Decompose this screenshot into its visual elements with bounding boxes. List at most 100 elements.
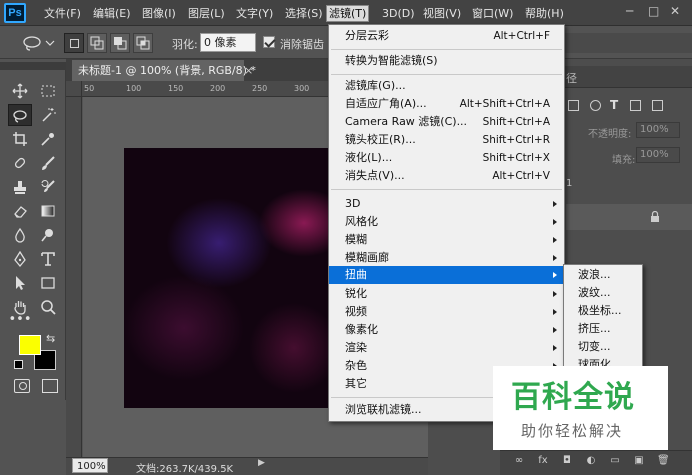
filter-type-icon[interactable]: T — [610, 99, 621, 111]
menu-item-blur-gallery[interactable]: 模糊画廊 — [329, 249, 564, 267]
fx-icon[interactable]: fx — [537, 455, 549, 467]
menu-bar: Ps 文件(F) 编辑(E) 图像(I) 图层(L) 文字(Y) 选择(S) 滤… — [0, 0, 692, 26]
menu-image[interactable]: 图像(I) — [140, 5, 178, 22]
magic-wand-tool[interactable] — [36, 104, 60, 126]
menu-item-video[interactable]: 视频 — [329, 303, 564, 321]
link-layers-icon[interactable]: ∞ — [513, 455, 525, 467]
submenu-arrow-icon — [553, 237, 557, 243]
menu-type[interactable]: 文字(Y) — [234, 5, 275, 22]
toolbox-header[interactable] — [0, 62, 66, 70]
brush-tool[interactable] — [36, 152, 60, 174]
tab-paths[interactable]: 径 — [566, 70, 577, 86]
adjustment-layer-icon[interactable]: ◐ — [585, 455, 597, 467]
submenu-item-shear[interactable]: 切变... — [578, 338, 611, 356]
document-tab[interactable]: 未标题-1 @ 100% (背景, RGB/8) * — [72, 60, 256, 81]
menu-item-adaptive-wide-angle[interactable]: 自适应广角(A)... Alt+Shift+Ctrl+A — [329, 95, 564, 113]
eyedropper-tool[interactable] — [36, 128, 60, 150]
close-window-icon[interactable]: ✕ — [670, 4, 680, 18]
menu-item-render[interactable]: 渲染 — [329, 339, 564, 357]
filter-adjustment-icon[interactable] — [590, 100, 601, 111]
menu-item-3d[interactable]: 3D — [329, 195, 564, 213]
marquee-tool[interactable] — [36, 80, 60, 102]
menu-filter[interactable]: 滤镜(T) — [326, 5, 370, 22]
blur-tool[interactable] — [8, 224, 32, 246]
type-tool[interactable] — [36, 248, 60, 270]
menu-file[interactable]: 文件(F) — [42, 5, 83, 22]
intersect-selection-button[interactable] — [133, 33, 153, 53]
eyedropper-icon — [41, 133, 54, 146]
document-size-info[interactable]: 文档:263.7K/439.5K — [136, 460, 233, 475]
status-menu-arrow-icon[interactable]: ▶ — [258, 458, 265, 468]
layer-mask-icon[interactable]: ◘ — [561, 455, 573, 467]
menu-item-liquify[interactable]: 液化(L)... Shift+Ctrl+X — [329, 149, 564, 167]
lasso-tool[interactable] — [8, 104, 32, 126]
menu-select[interactable]: 选择(S) — [283, 5, 325, 22]
crop-tool[interactable] — [8, 128, 32, 150]
document-canvas[interactable] — [124, 148, 332, 408]
edit-toolbar-button[interactable]: ••• — [8, 313, 32, 329]
menu-item-blur[interactable]: 模糊 — [329, 231, 564, 249]
filter-smart-icon[interactable] — [652, 100, 663, 111]
opacity-field[interactable]: 100% — [636, 122, 680, 138]
healing-brush-tool[interactable] — [8, 152, 32, 174]
filter-pixel-icon[interactable] — [568, 100, 579, 111]
tool-preset-picker[interactable] — [20, 33, 56, 53]
menu-item-sharpen[interactable]: 锐化 — [329, 285, 564, 303]
submenu-item-wave[interactable]: 波浪... — [578, 266, 611, 284]
menu-item-clouds-difference[interactable]: 分层云彩 Alt+Ctrl+F — [329, 27, 564, 45]
trash-icon[interactable]: 🗑 — [657, 455, 670, 467]
menu-help[interactable]: 帮助(H) — [523, 5, 566, 22]
menu-edit[interactable]: 编辑(E) — [91, 5, 133, 22]
clone-stamp-tool[interactable] — [8, 176, 32, 198]
menu-layer[interactable]: 图层(L) — [186, 5, 227, 22]
add-to-selection-button[interactable] — [87, 33, 107, 53]
pen-tool[interactable] — [8, 248, 32, 270]
ruler-mark: 300 — [294, 84, 310, 93]
menu-window[interactable]: 窗口(W) — [470, 5, 515, 22]
minimize-icon[interactable]: ─ — [626, 4, 633, 18]
feather-input[interactable]: 0 像素 — [200, 33, 256, 52]
menu-item-filter-gallery[interactable]: 滤镜库(G)... — [329, 77, 564, 95]
submenu-item-pinch[interactable]: 挤压... — [578, 320, 611, 338]
menu-3d[interactable]: 3D(D) — [380, 5, 417, 22]
zoom-tool[interactable] — [36, 296, 60, 318]
close-tab-icon[interactable]: × — [244, 60, 258, 81]
fill-field[interactable]: 100% — [636, 147, 680, 163]
menu-view[interactable]: 视图(V) — [421, 5, 463, 22]
rectangle-tool[interactable] — [36, 272, 60, 294]
antialias-checkbox[interactable] — [263, 36, 275, 48]
maximize-icon[interactable]: □ — [648, 4, 659, 18]
new-group-icon[interactable]: ▭ — [609, 455, 621, 467]
new-selection-button[interactable] — [64, 33, 84, 53]
path-selection-tool[interactable] — [8, 272, 32, 294]
ruler-mark: 200 — [210, 84, 226, 93]
filter-shape-icon[interactable] — [630, 100, 641, 111]
add-selection-icon — [90, 36, 104, 50]
submenu-item-polar-coordinates[interactable]: 极坐标... — [578, 302, 622, 320]
subtract-from-selection-button[interactable] — [110, 33, 130, 53]
zoom-level-field[interactable]: 100% — [72, 458, 108, 473]
gradient-tool[interactable] — [36, 200, 60, 222]
menu-item-convert-smart-filters[interactable]: 转换为智能滤镜(S) — [329, 52, 564, 70]
vertical-ruler[interactable] — [66, 97, 82, 457]
swap-colors-icon[interactable]: ⇆ — [46, 332, 55, 345]
magic-wand-icon — [42, 108, 56, 122]
menu-item-distort[interactable]: 扭曲 — [329, 266, 564, 284]
history-brush-tool[interactable] — [36, 176, 60, 198]
screen-mode-icon[interactable] — [42, 379, 58, 393]
menu-item-vanishing-point[interactable]: 消失点(V)... Alt+Ctrl+V — [329, 167, 564, 185]
submenu-item-ripple[interactable]: 波纹... — [578, 284, 611, 302]
new-layer-icon[interactable]: ▣ — [633, 455, 645, 467]
dodge-tool[interactable] — [36, 224, 60, 246]
eraser-tool[interactable] — [8, 200, 32, 222]
menu-item-camera-raw[interactable]: Camera Raw 滤镜(C)... Shift+Ctrl+A — [329, 113, 564, 131]
menu-item-stylize[interactable]: 风格化 — [329, 213, 564, 231]
move-tool[interactable] — [8, 80, 32, 102]
menu-item-lens-correction[interactable]: 镜头校正(R)... Shift+Ctrl+R — [329, 131, 564, 149]
ruler-origin[interactable] — [66, 81, 82, 97]
quick-mask-icon[interactable] — [14, 379, 30, 393]
layer-row-background[interactable] — [566, 204, 692, 230]
default-colors-icon[interactable] — [14, 360, 23, 369]
menu-item-pixelate[interactable]: 像素化 — [329, 321, 564, 339]
foreground-color-swatch[interactable] — [19, 335, 41, 355]
